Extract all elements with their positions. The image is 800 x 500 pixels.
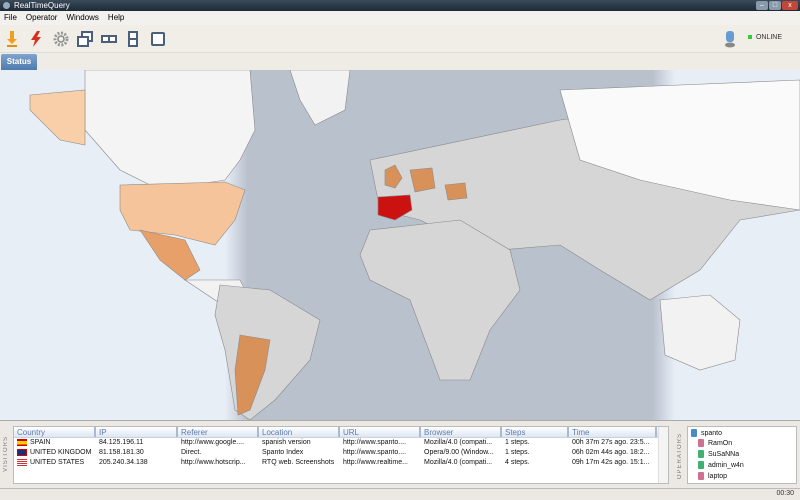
gear-icon[interactable]	[52, 30, 70, 48]
minimize-button[interactable]: –	[756, 1, 768, 10]
tab-status[interactable]: Status	[1, 54, 37, 70]
menu-operator[interactable]: Operator	[26, 11, 58, 25]
status-clock: 00:30	[776, 490, 794, 497]
operators-label: OPERATORS	[677, 433, 683, 480]
operator-icon	[691, 429, 697, 437]
status-bar: 00:30	[0, 488, 800, 500]
operator-icon	[698, 472, 704, 480]
country-romania	[444, 182, 468, 201]
table-header: Country IP Referer Location URL Browser …	[14, 427, 668, 438]
single-window-icon[interactable]	[149, 30, 167, 48]
visitors-label: VISITORS	[3, 436, 9, 472]
table-row[interactable]: UNITED KINGDOM 81.158.181.30 Direct. Spa…	[14, 448, 668, 458]
operator-item[interactable]: admin_w4n	[698, 461, 744, 469]
cascade-windows-icon[interactable]	[76, 30, 94, 48]
table-row[interactable]: SPAIN 84.125.196.11 http://www.google...…	[14, 438, 668, 448]
table-row[interactable]: UNITED STATES 205.240.34.138 http://www.…	[14, 458, 668, 468]
flag-us-icon	[17, 458, 27, 466]
operator-icon	[698, 461, 704, 469]
tile-vertical-icon[interactable]	[124, 30, 142, 48]
operator-item[interactable]: RamOn	[698, 439, 732, 447]
menu-windows[interactable]: Windows	[66, 11, 98, 25]
table-scrollbar[interactable]	[658, 427, 668, 483]
tab-bar: Status	[0, 53, 800, 70]
col-browser[interactable]: Browser	[421, 427, 502, 437]
close-button[interactable]: x	[782, 1, 798, 10]
operator-item[interactable]: spanto	[691, 429, 722, 437]
operator-icon	[698, 439, 704, 447]
maximize-button[interactable]: □	[769, 1, 781, 10]
tile-horizontal-icon[interactable]	[100, 30, 118, 48]
title-bar: RealTimeQuery – □ x	[0, 0, 800, 11]
operator-item[interactable]: laptop	[698, 472, 727, 480]
menu-file[interactable]: File	[4, 11, 17, 25]
operators-list: spanto RamOn SuSaNNa admin_w4n laptop	[687, 426, 797, 484]
app-icon	[3, 2, 10, 9]
toolbar: ONLINE	[0, 25, 800, 53]
world-map[interactable]	[0, 70, 800, 420]
download-icon[interactable]	[3, 30, 21, 48]
menu-help[interactable]: Help	[108, 11, 124, 25]
visitors-table: Country IP Referer Location URL Browser …	[13, 426, 669, 484]
window-title: RealTimeQuery	[14, 1, 70, 10]
online-status: ONLINE	[747, 34, 782, 41]
col-referer[interactable]: Referer	[178, 427, 259, 437]
user-status-icon[interactable]	[723, 30, 737, 48]
col-steps[interactable]: Steps	[502, 427, 569, 437]
col-ip[interactable]: IP	[96, 427, 178, 437]
operator-icon	[698, 450, 704, 458]
operator-item[interactable]: SuSaNNa	[698, 450, 739, 458]
col-time[interactable]: Time	[569, 427, 657, 437]
online-indicator-icon	[747, 35, 752, 39]
bottom-panel: VISITORS Country IP Referer Location URL…	[0, 420, 800, 488]
col-location[interactable]: Location	[259, 427, 340, 437]
menu-bar: File Operator Windows Help	[0, 11, 800, 25]
lightning-icon[interactable]	[27, 30, 45, 48]
col-country[interactable]: Country	[14, 427, 96, 437]
flag-uk-icon	[17, 448, 27, 456]
col-url[interactable]: URL	[340, 427, 421, 437]
flag-spain-icon	[17, 438, 27, 446]
